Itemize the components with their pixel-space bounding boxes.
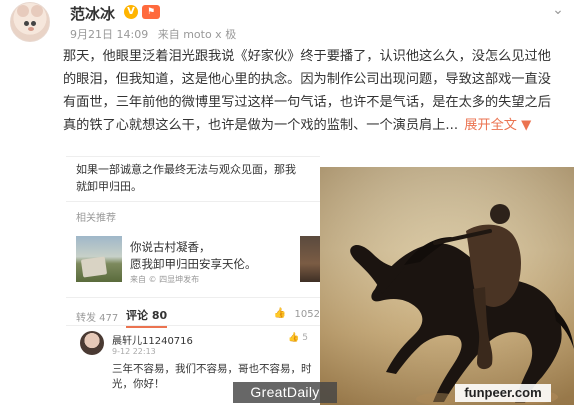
comment-like-icon: 👍: [288, 333, 300, 343]
comment-like[interactable]: 👍 5: [288, 333, 308, 343]
comment-like-count: 5: [302, 333, 308, 343]
avatar-eye-left: [24, 21, 29, 26]
post-text-block: 那天，他眼里泛着泪光跟我说《好家伙》终于要播了，认识他这么久，没怎么见过他的眼泪…: [63, 45, 564, 137]
username-link[interactable]: 范冰冰: [70, 3, 115, 24]
embedded-post-card: 如果一部诚意之作最终无法与观众见面，那我 就卸甲归田。 相关推荐 你说古村凝香，…: [66, 156, 320, 406]
quoted-post-line-2: 就卸甲归田。: [76, 180, 142, 193]
watermark-funpeer: funpeer.com: [455, 384, 551, 402]
expand-label: 展开全文: [464, 118, 517, 133]
like-count[interactable]: 1052: [295, 309, 320, 320]
related-text-line-2: 愿我卸甲归田安享天伦。: [130, 257, 257, 271]
related-section-title: 相关推荐: [76, 213, 116, 224]
divider: [66, 201, 320, 202]
rider-head: [490, 204, 510, 224]
avatar-eye-right: [31, 21, 36, 26]
user-avatar[interactable]: [10, 2, 50, 42]
divider: [66, 297, 320, 298]
chevron-down-icon[interactable]: ⌄: [550, 2, 566, 18]
related-thumbnail-partial[interactable]: [300, 236, 320, 282]
divider: [66, 325, 320, 326]
like-icon[interactable]: 👍: [274, 308, 286, 319]
commenter-name[interactable]: 晨轩儿11240716: [112, 332, 193, 347]
related-thumbnail[interactable]: [76, 236, 122, 282]
comment-time: 9-12 22:13: [112, 347, 156, 356]
related-post-text[interactable]: 你说古村凝香， 愿我卸甲归田安享天伦。: [130, 239, 257, 273]
commenter-avatar[interactable]: [80, 331, 104, 355]
avatar-ear-left: [17, 5, 29, 17]
verified-badge-icon[interactable]: V: [124, 5, 138, 19]
watermark-greatdaily: GreatDaily: [233, 382, 337, 403]
related-post-author: 来自 © 四显坤发布: [130, 275, 200, 284]
post-timestamp[interactable]: 9月21日 14:09: [70, 28, 148, 41]
quoted-post-line-1: 如果一部诚意之作最终无法与观众见面，那我: [76, 163, 296, 176]
share-count[interactable]: 转发 477: [76, 309, 118, 324]
post-header: 范冰冰 V ⚑ ⌄ 9月21日 14:09 来自 moto x 极: [8, 2, 568, 44]
thumbnail-stone-shape: [80, 256, 108, 278]
avatar-nose: [28, 27, 34, 31]
avatar-ear-right: [31, 5, 43, 17]
post-image-horse-rider[interactable]: [320, 167, 574, 405]
post-stats-bar: 转发 477 评论 80 👍 1052: [66, 303, 320, 328]
rank-badge-icon[interactable]: ⚑: [142, 5, 160, 19]
related-text-line-1: 你说古村凝香，: [130, 240, 211, 254]
post-meta: 9月21日 14:09 来自 moto x 极: [70, 26, 242, 42]
horse-rider-illustration: [320, 167, 574, 405]
quoted-post-text: 如果一部诚意之作最终无法与观众见面，那我 就卸甲归田。: [76, 161, 296, 195]
post-source: 来自 moto x 极: [157, 28, 237, 41]
dust-cloud: [416, 393, 460, 405]
expand-icon: ▼: [521, 118, 532, 133]
expand-full-text-link[interactable]: 展开全文 ▼: [464, 118, 531, 133]
